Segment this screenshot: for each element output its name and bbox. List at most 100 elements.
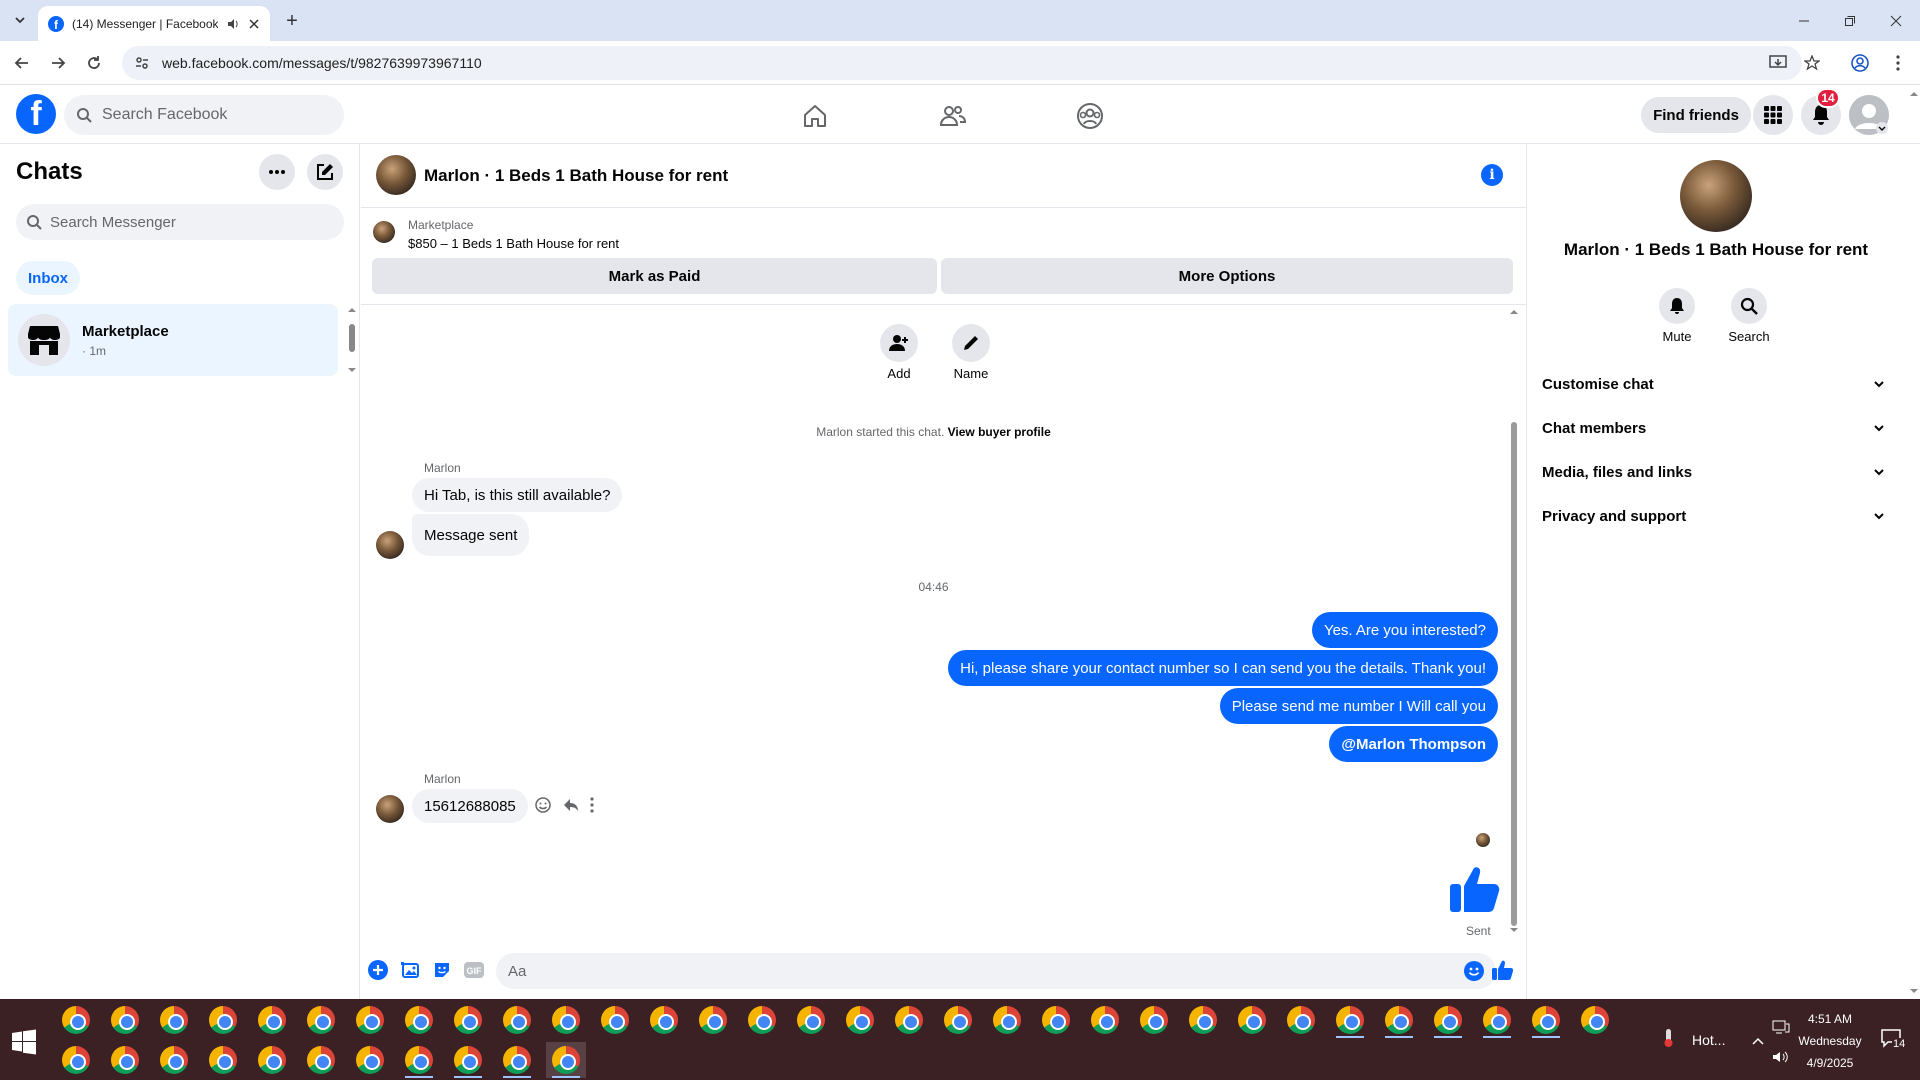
taskbar-chrome-app[interactable]	[399, 1042, 439, 1078]
name-chat-button[interactable]	[952, 324, 990, 362]
bookmark-button[interactable]	[1798, 49, 1826, 77]
more-actions-button[interactable]	[364, 956, 392, 984]
mute-button[interactable]	[1659, 288, 1695, 324]
chevron-up-icon[interactable]	[1752, 1036, 1764, 1046]
taskbar-chrome-app[interactable]	[399, 1002, 439, 1038]
taskbar-chrome-app[interactable]	[546, 1042, 586, 1078]
taskbar-chrome-app[interactable]	[350, 1042, 390, 1078]
speaker-icon[interactable]	[226, 17, 240, 31]
message-input[interactable]: Aa	[496, 953, 1496, 989]
taskbar-chrome-app[interactable]	[693, 1002, 733, 1038]
incoming-message[interactable]: Hi Tab, is this still available?	[412, 478, 623, 512]
taskbar-chrome-app[interactable]	[56, 1042, 96, 1078]
more-options-button[interactable]: More Options	[941, 258, 1513, 294]
taskbar-chrome-app[interactable]	[203, 1002, 243, 1038]
install-app-button[interactable]	[1764, 49, 1792, 77]
taskbar-chrome-app[interactable]	[1183, 1002, 1223, 1038]
accordion-privacy-support[interactable]: Privacy and support	[1534, 496, 1894, 536]
taskbar-chrome-app[interactable]	[546, 1002, 586, 1038]
chat-list-scrollbar[interactable]	[347, 306, 357, 374]
taskbar-chrome-app[interactable]	[1526, 1002, 1566, 1038]
taskbar-chrome-app[interactable]	[252, 1002, 292, 1038]
friends-nav-button[interactable]	[898, 94, 1008, 138]
taskbar-chrome-app[interactable]	[252, 1042, 292, 1078]
site-info-icon[interactable]	[134, 55, 150, 71]
taskbar-chrome-app[interactable]	[497, 1042, 537, 1078]
accordion-customise-chat[interactable]: Customise chat	[1534, 364, 1894, 404]
taskbar-chrome-app[interactable]	[1036, 1002, 1076, 1038]
taskbar-chrome-app[interactable]	[497, 1002, 537, 1038]
taskbar-chrome-app[interactable]	[987, 1002, 1027, 1038]
restore-button[interactable]	[1827, 0, 1873, 41]
tab-search-dropdown[interactable]	[8, 8, 32, 32]
accordion-chat-members[interactable]: Chat members	[1534, 408, 1894, 448]
taskbar-chrome-app[interactable]	[1477, 1002, 1517, 1038]
emoji-icon[interactable]	[1464, 961, 1484, 981]
taskbar-chrome-app[interactable]	[105, 1042, 145, 1078]
taskbar-chrome-app[interactable]	[1428, 1002, 1468, 1038]
browser-tab-messenger[interactable]: f (14) Messenger | Facebook	[38, 6, 270, 41]
windows-start-icon[interactable]	[10, 1028, 38, 1056]
close-window-button[interactable]	[1873, 0, 1919, 41]
taskbar-chrome-app[interactable]	[1575, 1002, 1615, 1038]
taskbar-chrome-app[interactable]	[1281, 1002, 1321, 1038]
new-message-button[interactable]	[307, 154, 343, 190]
attach-media-button[interactable]	[396, 956, 424, 984]
more-vertical-icon[interactable]	[590, 797, 594, 813]
taskbar-chrome-app[interactable]	[154, 1042, 194, 1078]
outgoing-message-mention[interactable]: @Marlon Thompson	[1329, 726, 1498, 762]
facebook-logo-icon[interactable]: f	[16, 94, 56, 134]
close-tab-icon[interactable]	[248, 18, 260, 30]
accordion-media-files-links[interactable]: Media, files and links	[1534, 452, 1894, 492]
forward-button[interactable]	[44, 49, 72, 77]
taskbar-chrome-app[interactable]	[56, 1002, 96, 1038]
taskbar-chrome-app[interactable]	[742, 1002, 782, 1038]
chat-list-item-marketplace[interactable]: Marketplace · 1m	[8, 304, 338, 376]
reload-button[interactable]	[80, 49, 108, 77]
taskbar-chrome-app[interactable]	[840, 1002, 880, 1038]
taskbar-clock[interactable]: 4:51 AM Wednesday 4/9/2025	[1780, 1008, 1880, 1074]
home-nav-button[interactable]	[760, 94, 870, 138]
incoming-message[interactable]: 15612688085	[412, 789, 528, 823]
taskbar-chrome-app[interactable]	[1379, 1002, 1419, 1038]
menu-button[interactable]	[1753, 95, 1793, 135]
search-in-chat-button[interactable]	[1731, 288, 1767, 324]
taskbar-chrome-app[interactable]	[595, 1002, 635, 1038]
taskbar-chrome-app[interactable]	[105, 1002, 145, 1038]
conversation-info-icon[interactable]: i	[1481, 164, 1503, 186]
view-buyer-profile-link[interactable]: View buyer profile	[948, 425, 1051, 439]
notification-center-button[interactable]: 14	[1880, 1028, 1908, 1056]
reply-icon[interactable]	[562, 796, 580, 814]
react-emoji-icon[interactable]	[534, 796, 552, 814]
messenger-search-input[interactable]: Search Messenger	[16, 204, 344, 240]
conversation-avatar[interactable]	[376, 155, 416, 195]
taskbar-chrome-app[interactable]	[938, 1002, 978, 1038]
conversation-title[interactable]: Marlon · 1 Beds 1 Bath House for rent	[424, 166, 728, 186]
page-scrollbar[interactable]	[1908, 86, 1920, 999]
taskbar-chrome-app[interactable]	[203, 1042, 243, 1078]
incoming-message[interactable]: Message sent	[412, 514, 530, 556]
weather-text[interactable]: Hot...	[1692, 1032, 1725, 1048]
gif-button[interactable]: GIF	[460, 956, 488, 984]
listing-title[interactable]: $850 – 1 Beds 1 Bath House for rent	[408, 236, 619, 251]
find-friends-button[interactable]: Find friends	[1641, 97, 1751, 133]
taskbar-chrome-app[interactable]	[448, 1002, 488, 1038]
facebook-search-input[interactable]: Search Facebook	[64, 95, 344, 135]
taskbar-chrome-app[interactable]	[301, 1042, 341, 1078]
taskbar-chrome-app[interactable]	[644, 1002, 684, 1038]
minimize-button[interactable]	[1781, 0, 1827, 41]
outgoing-message[interactable]: Yes. Are you interested?	[1311, 612, 1498, 648]
chats-options-button[interactable]	[259, 154, 295, 190]
back-button[interactable]	[8, 49, 36, 77]
taskbar-chrome-app[interactable]	[301, 1002, 341, 1038]
sticker-button[interactable]	[428, 956, 456, 984]
tab-inbox[interactable]: Inbox	[16, 261, 80, 295]
taskbar-chrome-app[interactable]	[154, 1002, 194, 1038]
outgoing-message[interactable]: Hi, please share your contact number so …	[948, 650, 1498, 686]
outgoing-message[interactable]: Please send me number I Will call you	[1219, 688, 1498, 724]
chat-info-avatar[interactable]	[1680, 160, 1752, 232]
address-bar[interactable]: web.facebook.com/messages/t/982763997396…	[122, 46, 1802, 80]
url-text[interactable]: web.facebook.com/messages/t/982763997396…	[162, 55, 482, 71]
taskbar-chrome-app[interactable]	[448, 1042, 488, 1078]
browser-menu-button[interactable]	[1884, 49, 1912, 77]
